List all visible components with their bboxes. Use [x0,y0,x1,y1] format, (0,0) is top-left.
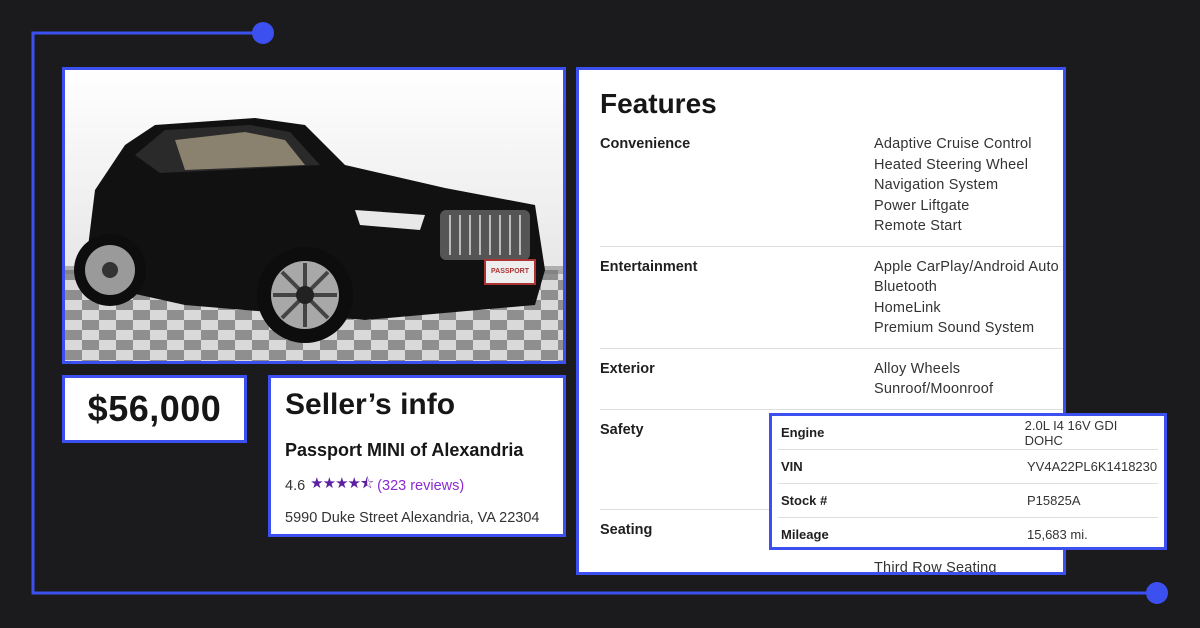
feature-item: Remote Start [874,218,962,234]
feature-item: HomeLink [874,299,941,316]
feature-row-exterior: Exterior Alloy Wheels Sunroof/Moonroof [600,349,1063,410]
spec-value: 2.0L I4 16V GDI DOHC [1024,417,1118,448]
car-photo[interactable]: PASSPORT [62,67,566,364]
feature-item: Navigation System [874,177,999,193]
feature-item: Power Liftgate [874,197,970,214]
spec-value: P15825A [1027,493,1081,508]
feature-item: Third Row Seating [874,559,997,575]
feature-item: Apple CarPlay/Android Auto [874,258,1059,275]
spec-row-vin: VIN YV4A22PL6K1418230 [778,450,1158,484]
plate-text: PASSPORT [491,268,530,275]
feature-row-entertainment: Entertainment Apple CarPlay/Android Auto… [600,247,1063,349]
listing-price: $56,000 [87,388,222,429]
spec-label: Engine [781,425,825,440]
spec-label: VIN [781,459,803,474]
specs-card: Engine 2.0L I4 16V GDI DOHC VIN YV4A22PL… [769,413,1167,550]
feature-item: Alloy Wheels [874,360,961,377]
rating-value: 4.6 [285,477,306,494]
feature-category: Exterior [600,360,655,377]
connector-dot-top [252,22,274,44]
feature-item: Premium Sound System [874,320,1035,336]
star-rating-icon: ★★★★⯪ [310,475,374,492]
spec-label: Mileage [781,527,829,542]
connector-dot-bottom [1146,582,1168,604]
car-image: PASSPORT [65,70,563,361]
spec-row-engine: Engine 2.0L I4 16V GDI DOHC [778,416,1158,450]
reviews-link[interactable]: (323 reviews) [377,478,464,494]
dealer-rating: 4.6 ★★★★⯪ (323 reviews) [285,473,549,498]
feature-category: Convenience [600,136,691,152]
feature-category: Entertainment [600,258,698,275]
spec-value: YV4A22PL6K1418230 [1027,459,1158,474]
feature-item: Adaptive Cruise Control [874,136,1032,152]
feature-item: Bluetooth [874,279,938,295]
dealer-name[interactable]: Passport MINI of Alexandria [285,440,549,461]
spec-label: Stock # [781,493,828,508]
spec-row-stock: Stock # P15825A [778,484,1158,518]
price-card: $56,000 [62,375,247,443]
features-title: Features [600,88,717,119]
spec-row-mileage: Mileage 15,683 mi. [778,518,1158,551]
feature-row-convenience: Convenience Adaptive Cruise Control Heat… [600,134,1063,247]
dealer-address: 5990 Duke Street Alexandria, VA 22304 [285,510,540,526]
seller-info-card: Seller’s info Passport MINI of Alexandri… [268,375,566,537]
seller-info-title: Seller’s info [285,388,456,421]
spec-value: 15,683 mi. [1027,527,1088,542]
feature-item: Sunroof/Moonroof [874,381,994,397]
feature-item: Heated Steering Wheel [874,156,1029,173]
